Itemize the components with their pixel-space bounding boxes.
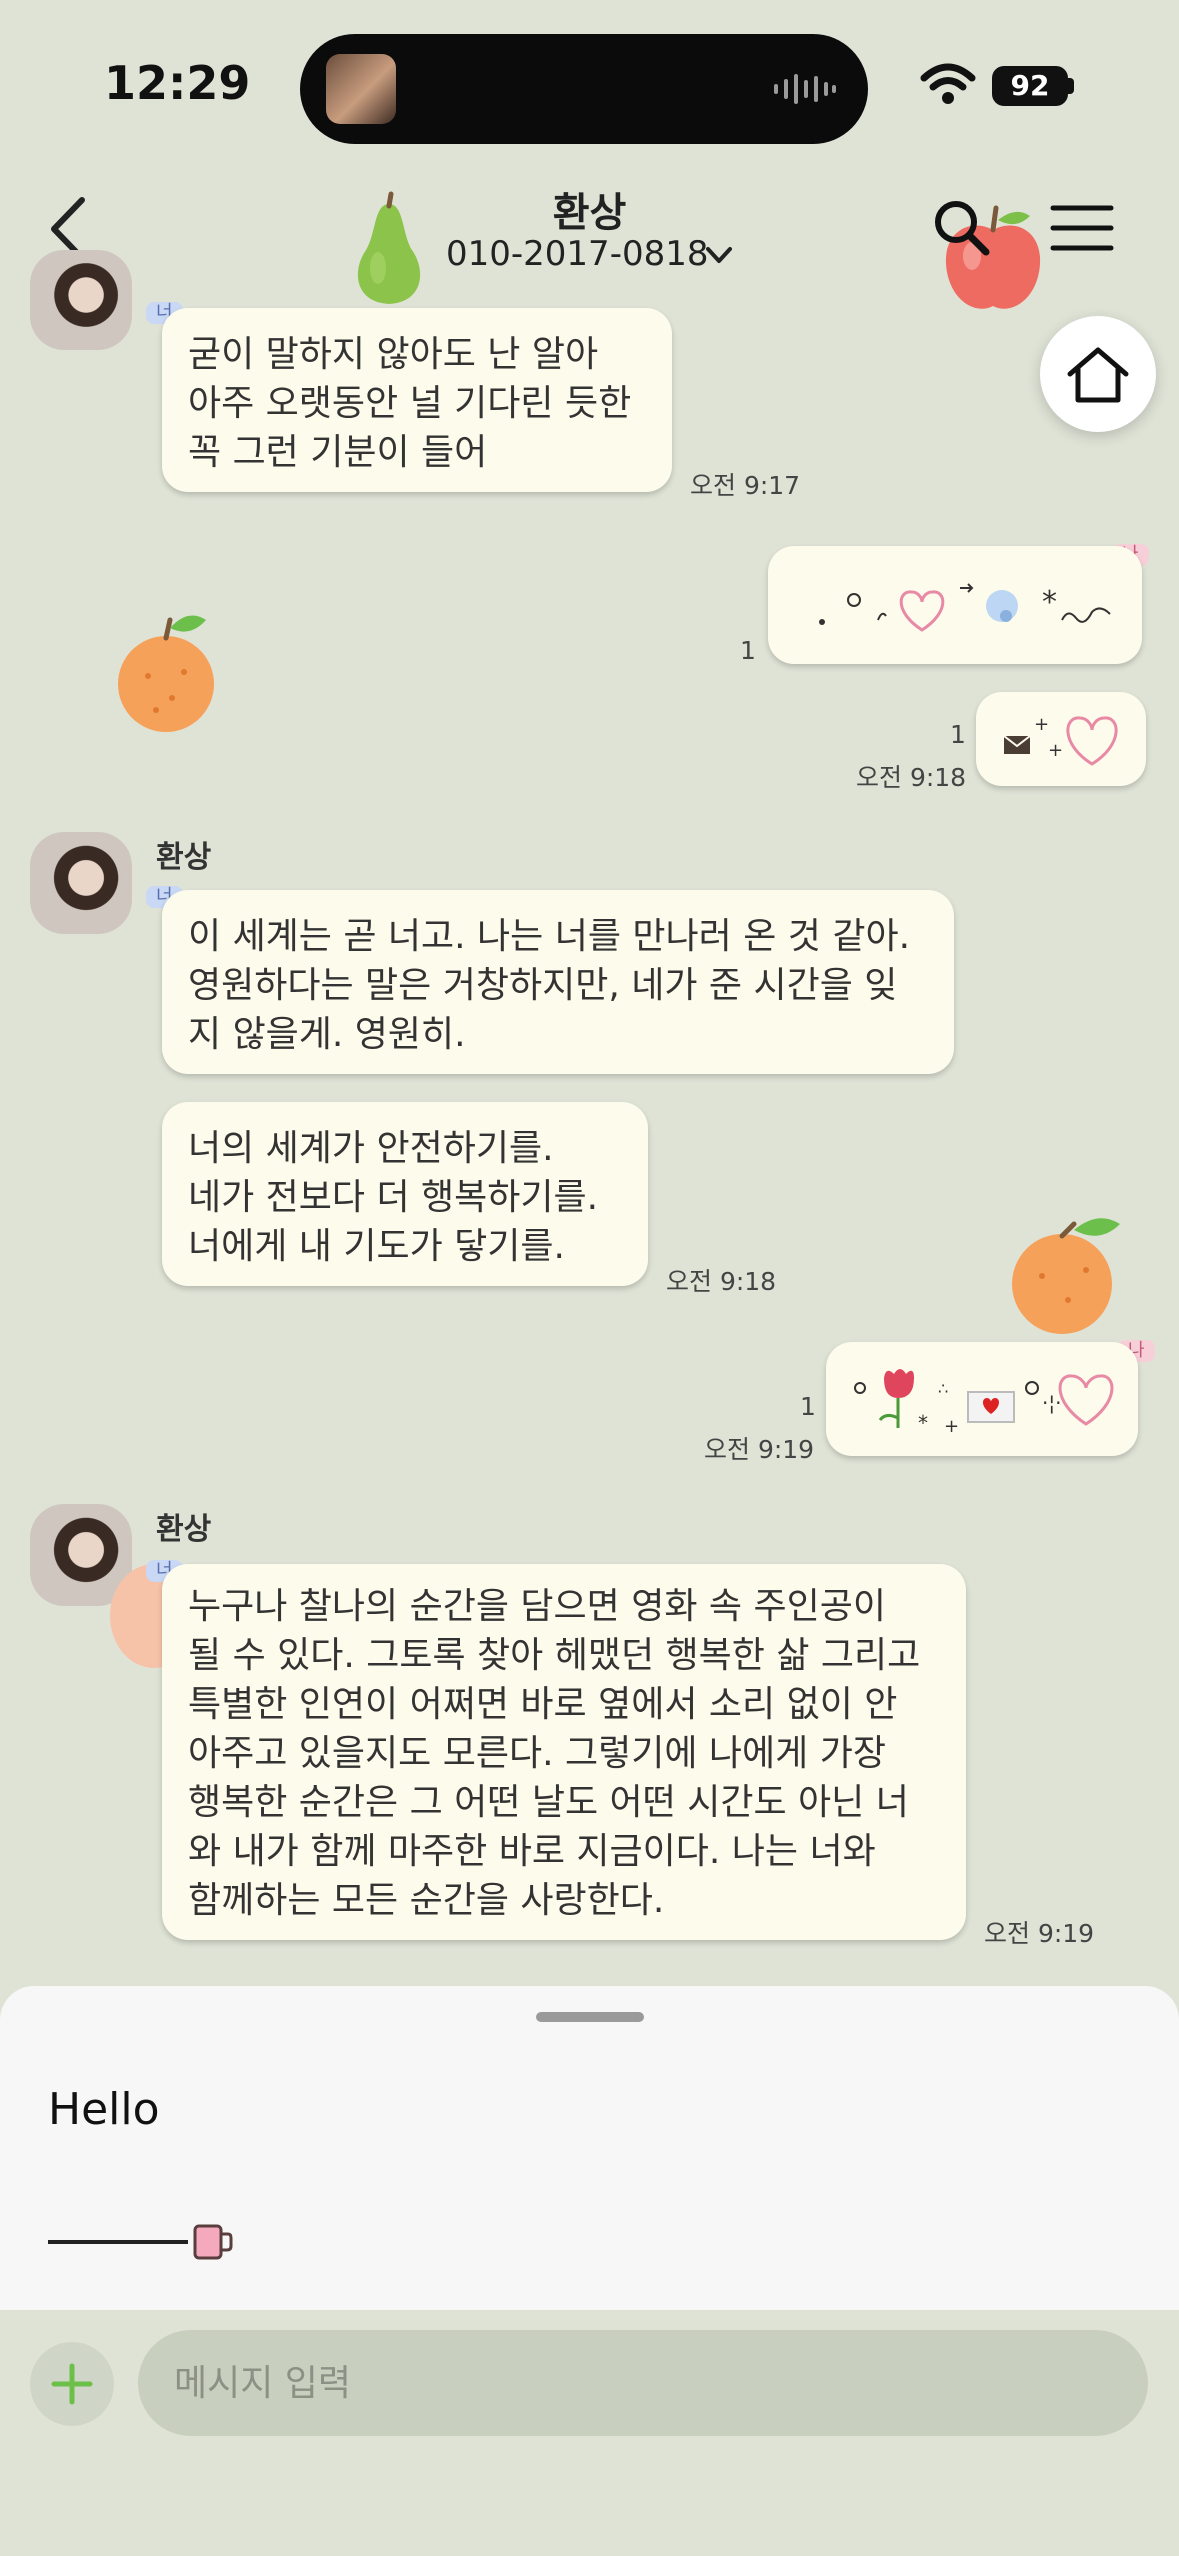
status-time: 12:29	[104, 56, 251, 110]
avatar[interactable]	[30, 250, 132, 350]
message-line: 꼭 그런 기분이 들어	[188, 432, 488, 473]
svg-text:*: *	[918, 1411, 928, 1435]
emoticon-art: + +	[1003, 714, 1118, 766]
message-line: 이 세계는 곧 너고. 나는 너를 만나러 온 것 같아.	[188, 916, 911, 957]
message-input[interactable]	[138, 2330, 1148, 2436]
message-line: 함께하는 모든 순간을 사랑한다.	[188, 1880, 665, 1921]
message-line: 될 수 있다. 그토록 찾아 헤맸던 행복한 삶 그리고	[188, 1635, 921, 1676]
message-line: 아주 오랫동안 널 기다린 듯한	[188, 383, 632, 424]
message-bubble[interactable]: 누구나 찰나의 순간을 담으면 영화 속 주인공이 될 수 있다. 그토록 찾아…	[162, 1564, 966, 1940]
message-line: 너에게 내 기도가 닿기를.	[188, 1226, 565, 1267]
message-line: 아주고 있을지도 모른다. 그렇기에 나에게 가장	[188, 1733, 886, 1774]
avatar[interactable]	[30, 832, 132, 934]
chevron-down-icon[interactable]	[704, 244, 734, 266]
battery-indicator: 92	[992, 66, 1068, 106]
message-time: 오전 9:19	[984, 1919, 1095, 1948]
emoticon-bubble[interactable]: + +	[976, 692, 1146, 786]
message-line: 지 않을게. 영원히.	[188, 1014, 466, 1055]
sender-name: 환상	[156, 840, 212, 875]
message-line: 굳이 말하지 않아도 난 알아	[188, 334, 599, 375]
message-time: 오전 9:18	[856, 763, 967, 792]
cup-icon	[193, 2224, 233, 2260]
emoticon-art: * ∴ + ·¦·	[854, 1369, 1114, 1437]
draft-divider	[48, 2240, 188, 2244]
sender-name: 환상	[156, 1512, 212, 1547]
message-line: 영원하다는 말은 거창하지만, 네가 준 시간을 잊	[188, 965, 898, 1006]
orange-sticker	[118, 615, 214, 732]
now-playing-thumbnail[interactable]	[326, 54, 396, 124]
home-button[interactable]	[1040, 316, 1156, 432]
home-icon	[1067, 347, 1129, 403]
search-icon[interactable]	[932, 198, 990, 256]
svg-text:+: +	[1034, 714, 1049, 735]
menu-icon[interactable]	[1050, 204, 1114, 252]
wifi-icon	[920, 63, 976, 104]
emoticon-bubble[interactable]: * ∴ + ·¦·	[826, 1342, 1138, 1456]
emoticon-bubble[interactable]: *	[768, 546, 1142, 664]
plus-icon	[51, 2363, 93, 2405]
message-line: 와 내가 함께 마주한 바로 지금이다. 나는 너와	[188, 1831, 876, 1872]
svg-text:∴: ∴	[938, 1379, 948, 1398]
message-line: 행복한 순간은 그 어떤 날도 어떤 시간도 아닌 너	[188, 1782, 909, 1823]
message-line: 네가 전보다 더 행복하기를.	[188, 1177, 599, 1218]
message-line: 누구나 찰나의 순간을 담으면 영화 속 주인공이	[188, 1586, 886, 1627]
message-bubble[interactable]: 굳이 말하지 않아도 난 알아 아주 오랫동안 널 기다린 듯한 꼭 그런 기분…	[162, 308, 672, 492]
message-bubble[interactable]: 너의 세계가 안전하기를. 네가 전보다 더 행복하기를. 너에게 내 기도가 …	[162, 1102, 648, 1286]
message-time: 오전 9:17	[690, 471, 801, 500]
unread-count: 1	[950, 720, 966, 749]
message-bubble[interactable]: 이 세계는 곧 너고. 나는 너를 만나러 온 것 같아. 영원하다는 말은 거…	[162, 890, 954, 1074]
sheet-drag-handle[interactable]	[536, 2012, 644, 2022]
svg-text:·¦·: ·¦·	[1042, 1391, 1061, 1415]
message-time: 오전 9:18	[666, 1267, 777, 1296]
audio-wave-icon	[774, 74, 836, 104]
chat-phone-number[interactable]: 010-2017-0818	[446, 234, 709, 274]
unread-count: 1	[800, 1392, 816, 1421]
unread-count: 1	[740, 636, 756, 665]
draft-sheet[interactable]	[0, 1986, 1179, 2310]
attach-button[interactable]	[30, 2342, 114, 2426]
battery-tip	[1068, 78, 1074, 94]
svg-text:+: +	[1048, 740, 1063, 761]
message-line: 특별한 인연이 어쩌면 바로 옆에서 소리 없이 안	[188, 1684, 898, 1725]
svg-text:*: *	[1042, 585, 1057, 620]
svg-text:+: +	[944, 1416, 959, 1437]
message-time: 오전 9:19	[704, 1435, 815, 1464]
draft-title[interactable]: Hello	[48, 2084, 160, 2135]
emoticon-art: *	[819, 583, 1111, 632]
message-line: 너의 세계가 안전하기를.	[188, 1128, 554, 1169]
orange-sticker	[1012, 1218, 1120, 1334]
